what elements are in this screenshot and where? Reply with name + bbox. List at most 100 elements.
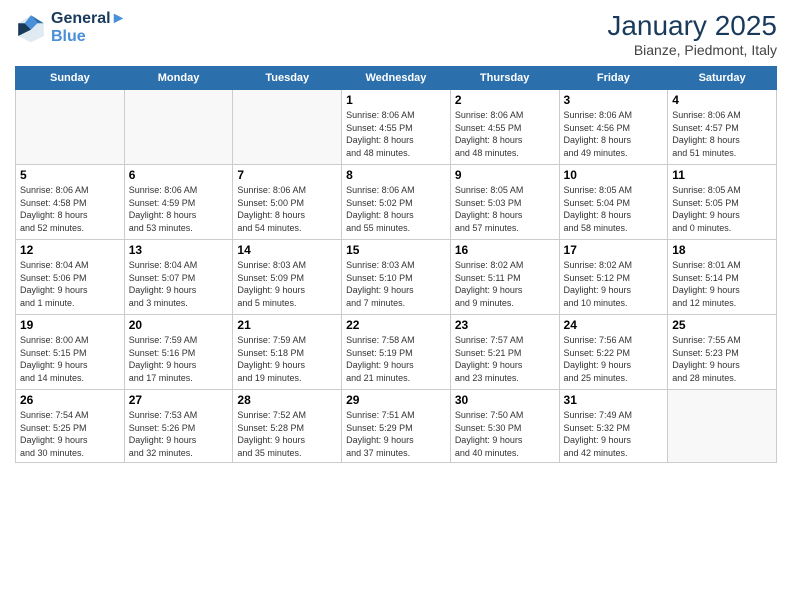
- day-info: Sunrise: 8:01 AMSunset: 5:14 PMDaylight:…: [672, 259, 772, 309]
- day-number: 4: [672, 93, 772, 107]
- calendar-cell: [668, 390, 777, 463]
- day-info: Sunrise: 7:59 AMSunset: 5:18 PMDaylight:…: [237, 334, 337, 384]
- day-number: 7: [237, 168, 337, 182]
- calendar-cell: 24Sunrise: 7:56 AMSunset: 5:22 PMDayligh…: [559, 315, 668, 390]
- calendar-cell: 19 Sunrise: 8:00 AMSunset: 5:15 PMDayligh…: [16, 315, 125, 390]
- day-info: Sunrise: 8:05 AMSunset: 5:03 PMDaylight:…: [455, 184, 555, 234]
- day-info: Sunrise: 7:52 AMSunset: 5:28 PMDaylight:…: [237, 409, 337, 459]
- logo: General► Blue: [15, 10, 126, 46]
- day-info: Sunrise: 8:00 AMSunset: 5:15 PMDaylight:…: [20, 334, 120, 384]
- calendar-cell: 6 Sunrise: 8:06 AMSunset: 4:59 PMDaylight…: [124, 165, 233, 240]
- calendar-cell: 10 Sunrise: 8:05 AMSunset: 5:04 PMDayligh…: [559, 165, 668, 240]
- month-title: January 2025: [607, 10, 777, 42]
- weekday-header: Wednesday: [342, 67, 451, 90]
- day-info: Sunrise: 8:04 AMSunset: 5:06 PMDaylight:…: [20, 259, 120, 309]
- calendar-week-row: 26Sunrise: 7:54 AMSunset: 5:25 PMDayligh…: [16, 390, 777, 463]
- day-info: Sunrise: 7:54 AMSunset: 5:25 PMDaylight:…: [20, 409, 120, 459]
- day-info: Sunrise: 7:57 AMSunset: 5:21 PMDaylight:…: [455, 334, 555, 384]
- day-info: Sunrise: 8:02 AMSunset: 5:12 PMDaylight:…: [564, 259, 664, 309]
- day-number: 27: [129, 393, 229, 407]
- calendar-cell: 21 Sunrise: 7:59 AMSunset: 5:18 PMDayligh…: [233, 315, 342, 390]
- logo-icon: [15, 12, 47, 44]
- header: General► Blue January 2025 Bianze, Piedm…: [15, 10, 777, 58]
- day-info: Sunrise: 8:03 AMSunset: 5:09 PMDaylight:…: [237, 259, 337, 309]
- calendar-table: SundayMondayTuesdayWednesdayThursdayFrid…: [15, 66, 777, 463]
- day-number: 13: [129, 243, 229, 257]
- day-number: 2: [455, 93, 555, 107]
- calendar-cell: 17 Sunrise: 8:02 AMSunset: 5:12 PMDayligh…: [559, 240, 668, 315]
- day-number: 12: [20, 243, 120, 257]
- calendar-cell: 4 Sunrise: 8:06 AMSunset: 4:57 PMDaylight…: [668, 90, 777, 165]
- day-info: Sunrise: 8:06 AMSunset: 4:56 PMDaylight:…: [564, 109, 664, 159]
- day-number: 8: [346, 168, 446, 182]
- subtitle: Bianze, Piedmont, Italy: [607, 42, 777, 58]
- day-info: Sunrise: 8:05 AMSunset: 5:05 PMDaylight:…: [672, 184, 772, 234]
- calendar-cell: 3 Sunrise: 8:06 AMSunset: 4:56 PMDaylight…: [559, 90, 668, 165]
- day-number: 10: [564, 168, 664, 182]
- day-info: Sunrise: 7:59 AMSunset: 5:16 PMDaylight:…: [129, 334, 229, 384]
- day-info: Sunrise: 7:55 AMSunset: 5:23 PMDaylight:…: [672, 334, 772, 384]
- day-info: Sunrise: 7:49 AMSunset: 5:32 PMDaylight:…: [564, 409, 664, 459]
- day-number: 16: [455, 243, 555, 257]
- day-info: Sunrise: 8:06 AMSunset: 4:58 PMDaylight:…: [20, 184, 120, 234]
- day-info: Sunrise: 8:02 AMSunset: 5:11 PMDaylight:…: [455, 259, 555, 309]
- day-info: Sunrise: 8:06 AMSunset: 4:59 PMDaylight:…: [129, 184, 229, 234]
- calendar-cell: 16 Sunrise: 8:02 AMSunset: 5:11 PMDayligh…: [450, 240, 559, 315]
- day-info: Sunrise: 8:06 AMSunset: 4:57 PMDaylight:…: [672, 109, 772, 159]
- calendar-cell: 18 Sunrise: 8:01 AMSunset: 5:14 PMDayligh…: [668, 240, 777, 315]
- weekday-header: Friday: [559, 67, 668, 90]
- calendar-cell: 26Sunrise: 7:54 AMSunset: 5:25 PMDayligh…: [16, 390, 125, 463]
- calendar-cell: 9 Sunrise: 8:05 AMSunset: 5:03 PMDaylight…: [450, 165, 559, 240]
- day-number: 3: [564, 93, 664, 107]
- calendar-cell: 14Sunrise: 8:03 AMSunset: 5:09 PMDayligh…: [233, 240, 342, 315]
- day-number: 22: [346, 318, 446, 332]
- calendar-cell: 15Sunrise: 8:03 AMSunset: 5:10 PMDayligh…: [342, 240, 451, 315]
- day-number: 1: [346, 93, 446, 107]
- calendar-cell: 28 Sunrise: 7:52 AMSunset: 5:28 PMDayligh…: [233, 390, 342, 463]
- calendar-cell: 2Sunrise: 8:06 AMSunset: 4:55 PMDaylight…: [450, 90, 559, 165]
- weekday-header: Sunday: [16, 67, 125, 90]
- calendar-cell: 7Sunrise: 8:06 AMSunset: 5:00 PMDaylight…: [233, 165, 342, 240]
- day-info: Sunrise: 7:53 AMSunset: 5:26 PMDaylight:…: [129, 409, 229, 459]
- day-info: Sunrise: 8:05 AMSunset: 5:04 PMDaylight:…: [564, 184, 664, 234]
- calendar-cell: 13 Sunrise: 8:04 AMSunset: 5:07 PMDayligh…: [124, 240, 233, 315]
- day-number: 5: [20, 168, 120, 182]
- calendar-week-row: 1Sunrise: 8:06 AMSunset: 4:55 PMDaylight…: [16, 90, 777, 165]
- day-info: Sunrise: 7:58 AMSunset: 5:19 PMDaylight:…: [346, 334, 446, 384]
- day-number: 19: [20, 318, 120, 332]
- calendar-cell: 31 Sunrise: 7:49 AMSunset: 5:32 PMDayligh…: [559, 390, 668, 463]
- calendar-cell: [233, 90, 342, 165]
- weekday-header: Saturday: [668, 67, 777, 90]
- calendar-cell: 30Sunrise: 7:50 AMSunset: 5:30 PMDayligh…: [450, 390, 559, 463]
- calendar-week-row: 5 Sunrise: 8:06 AMSunset: 4:58 PMDaylight…: [16, 165, 777, 240]
- weekday-header: Thursday: [450, 67, 559, 90]
- day-number: 25: [672, 318, 772, 332]
- logo-text: General► Blue: [51, 10, 126, 46]
- calendar-cell: 29Sunrise: 7:51 AMSunset: 5:29 PMDayligh…: [342, 390, 451, 463]
- calendar-cell: [16, 90, 125, 165]
- day-info: Sunrise: 8:03 AMSunset: 5:10 PMDaylight:…: [346, 259, 446, 309]
- calendar-cell: [124, 90, 233, 165]
- day-info: Sunrise: 8:04 AMSunset: 5:07 PMDaylight:…: [129, 259, 229, 309]
- calendar-week-row: 12 Sunrise: 8:04 AMSunset: 5:06 PMDayligh…: [16, 240, 777, 315]
- day-number: 23: [455, 318, 555, 332]
- day-number: 31: [564, 393, 664, 407]
- day-number: 17: [564, 243, 664, 257]
- calendar-cell: 8Sunrise: 8:06 AMSunset: 5:02 PMDaylight…: [342, 165, 451, 240]
- day-number: 18: [672, 243, 772, 257]
- calendar-week-row: 19 Sunrise: 8:00 AMSunset: 5:15 PMDayligh…: [16, 315, 777, 390]
- calendar-cell: 25 Sunrise: 7:55 AMSunset: 5:23 PMDayligh…: [668, 315, 777, 390]
- calendar-cell: 11 Sunrise: 8:05 AMSunset: 5:05 PMDayligh…: [668, 165, 777, 240]
- calendar-cell: 1Sunrise: 8:06 AMSunset: 4:55 PMDaylight…: [342, 90, 451, 165]
- day-number: 24: [564, 318, 664, 332]
- weekday-header: Monday: [124, 67, 233, 90]
- day-number: 6: [129, 168, 229, 182]
- day-number: 11: [672, 168, 772, 182]
- day-number: 21: [237, 318, 337, 332]
- day-number: 29: [346, 393, 446, 407]
- day-number: 28: [237, 393, 337, 407]
- calendar-cell: 20Sunrise: 7:59 AMSunset: 5:16 PMDayligh…: [124, 315, 233, 390]
- calendar-cell: 22 Sunrise: 7:58 AMSunset: 5:19 PMDayligh…: [342, 315, 451, 390]
- day-number: 30: [455, 393, 555, 407]
- day-number: 9: [455, 168, 555, 182]
